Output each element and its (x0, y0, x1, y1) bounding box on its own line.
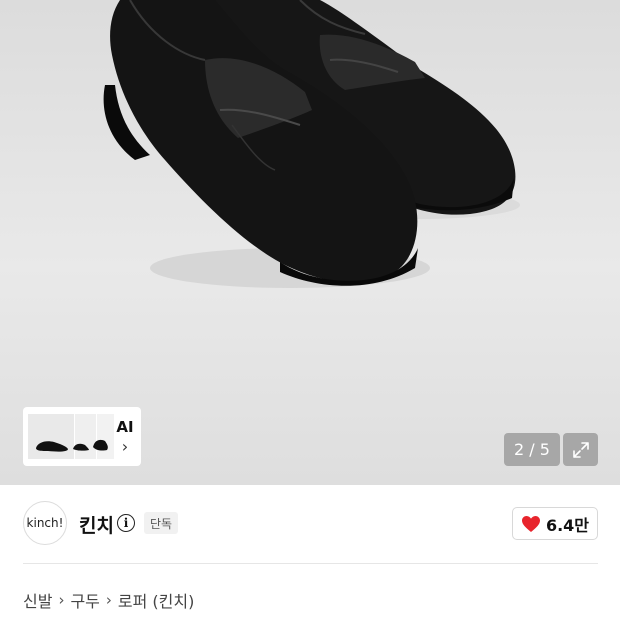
loafer-thumbnail-image (73, 439, 108, 451)
breadcrumb: 신발 › 구두 › 로퍼 (킨치) (23, 588, 194, 612)
info-icon[interactable]: i (117, 514, 135, 532)
chevron-right-icon: › (121, 436, 129, 456)
expand-icon (572, 441, 589, 458)
expand-button[interactable] (563, 433, 598, 466)
ai-label: AI (116, 417, 134, 436)
heart-icon (521, 515, 540, 532)
ai-styling-card[interactable]: AI › (23, 407, 141, 466)
product-image-gallery[interactable]: AI › 2 / 5 (0, 0, 620, 485)
brand-logo[interactable]: kinch! (23, 501, 67, 545)
brand-row: kinch! 킨치 i 단독 6.4만 (0, 485, 620, 563)
chevron-right-icon: › (58, 591, 65, 609)
chevron-right-icon: › (105, 591, 112, 609)
breadcrumb-item-dress-shoes[interactable]: 구두 (70, 588, 99, 612)
breadcrumb-item-shoes[interactable]: 신발 (23, 588, 52, 612)
image-counter: 2 / 5 (504, 433, 560, 466)
exclusive-badge: 단독 (144, 512, 179, 534)
brand-name[interactable]: 킨치 (79, 511, 114, 538)
section-divider (23, 563, 598, 564)
loafer-thumbnail-image (36, 441, 68, 452)
breadcrumb-item-loafer[interactable]: 로퍼 (킨치) (118, 588, 194, 612)
like-count: 6.4만 (545, 515, 590, 535)
like-button[interactable]: 6.4만 (512, 507, 598, 540)
ai-thumbnail (27, 413, 75, 460)
ai-thumbnail-stack (27, 411, 115, 462)
